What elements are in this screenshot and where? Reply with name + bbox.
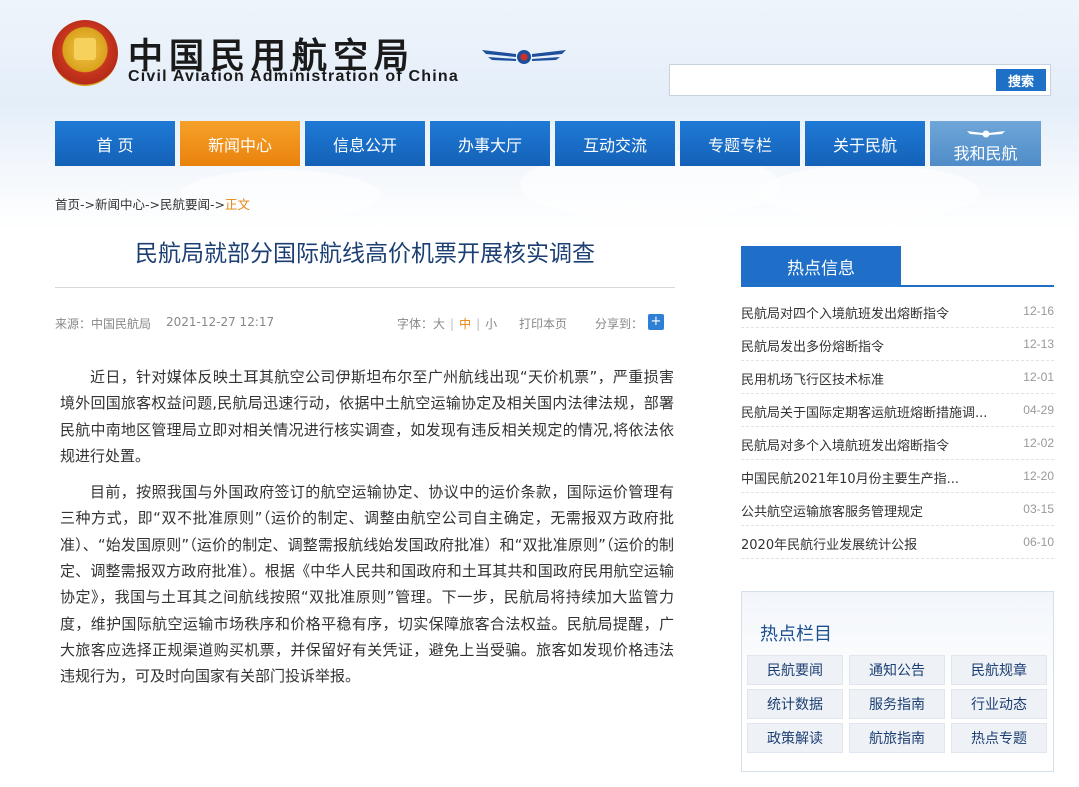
column-button-notices[interactable]: 通知公告 [849,655,945,685]
nav-item-home[interactable]: 首 页 [55,121,175,166]
article-paragraph: 目前，按照我国与外国政府签订的航空运输协定、协议中的运价条款，国际运价管理有三种… [60,483,674,686]
breadcrumb: 首页->新闻中心->民航要闻->正文 [55,194,250,213]
nav-item-service-hall[interactable]: 办事大厅 [430,121,550,166]
share-plus-icon[interactable]: + [648,314,664,330]
hot-info-item[interactable]: 民航局发出多份熔断指令 12-13 [741,328,1054,361]
column-button-caac-news[interactable]: 民航要闻 [747,655,843,685]
hot-columns-title: 热点栏目 [760,624,832,645]
column-button-service-guide[interactable]: 服务指南 [849,689,945,719]
hot-info-date: 12-16 [1023,304,1054,318]
national-emblem-icon [52,20,118,86]
hot-info-title: 民航局对四个入境航班发出熔断指令 [741,307,950,322]
article-date: 2021-12-27 12:17 [166,315,275,329]
hot-info-title: 公共航空运输旅客服务管理规定 [741,505,924,520]
column-button-hot-topics[interactable]: 热点专题 [951,723,1047,753]
font-size-medium[interactable]: 中 [459,317,471,331]
nav-item-about[interactable]: 关于民航 [805,121,925,166]
font-size-small[interactable]: 小 [485,317,497,331]
article-source: 来源：中国民航局 [55,317,152,331]
cloud-decoration [760,165,980,220]
hot-info-date: 12-02 [1023,436,1054,450]
search-input[interactable] [670,65,990,95]
nav-item-me-and-caac-label: 我和民航 [953,143,1018,163]
site-title-en: Civil Aviation Administration of China [128,68,459,85]
hot-info-title: 2020年民航行业发展统计公报 [741,538,918,553]
hot-info-date: 03-15 [1023,502,1054,516]
print-page-link[interactable]: 打印本页 [519,315,567,332]
article-title: 民航局就部分国际航线高价机票开展核实调查 [135,241,595,267]
hot-info-list: 民航局对四个入境航班发出熔断指令 12-16 民航局发出多份熔断指令 12-13 民… [741,295,1054,559]
font-size-label: 字体： [397,317,434,331]
breadcrumb-separator: -> [210,197,225,212]
article-paragraph: 近日，针对媒体反映土耳其航空公司伊斯坦布尔至广州航线出现“天价机票”，严重损害境… [60,368,674,465]
hot-info-item[interactable]: 民航局对四个入境航班发出熔断指令 12-16 [741,295,1054,328]
font-size-large[interactable]: 大 [433,317,445,331]
column-button-statistics[interactable]: 统计数据 [747,689,843,719]
breadcrumb-separator: -> [145,197,160,212]
hot-info-item[interactable]: 公共航空运输旅客服务管理规定 03-15 [741,493,1054,526]
search-box: 搜索 [669,64,1051,96]
font-size-control: 字体：大 | 中 | 小 [397,315,497,332]
nav-item-interaction[interactable]: 互动交流 [555,121,675,166]
font-size-separator: | [450,317,455,331]
hot-info-title: 民航局关于国际定期客运航班熔断措施调... [741,406,988,421]
column-button-policy-interpretation[interactable]: 政策解读 [747,723,843,753]
hot-columns-box: 热点栏目 民航要闻 通知公告 民航规章 统计数据 服务指南 行业动态 政策解读 … [741,591,1054,772]
breadcrumb-current: 正文 [225,197,251,212]
breadcrumb-home[interactable]: 首页 [55,197,80,212]
hot-info-title: 民航局发出多份熔断指令 [741,340,885,355]
search-button[interactable]: 搜索 [996,69,1046,91]
main-nav: 首 页 新闻中心 信息公开 办事大厅 互动交流 专题专栏 关于民航 我和民航 [55,121,1041,166]
share-label: 分享到： [595,317,644,331]
nav-item-me-and-caac[interactable]: 我和民航 [930,121,1041,166]
hot-info-divider [741,285,1054,287]
breadcrumb-caac-news[interactable]: 民航要闻 [160,197,210,212]
hot-info-item[interactable]: 民航局对多个入境航班发出熔断指令 12-02 [741,427,1054,460]
hot-info-title: 中国民航2021年10月份主要生产指... [741,472,960,487]
nav-item-special-topics[interactable]: 专题专栏 [680,121,800,166]
hot-info-item[interactable]: 中国民航2021年10月份主要生产指... 12-20 [741,460,1054,493]
column-button-industry-news[interactable]: 行业动态 [951,689,1047,719]
hot-info-title: 民航局对多个入境航班发出熔断指令 [741,439,950,454]
hot-info-item[interactable]: 民航局关于国际定期客运航班熔断措施调... 04-29 [741,394,1054,427]
column-button-travel-guide[interactable]: 航旅指南 [849,723,945,753]
hot-info-item[interactable]: 2020年民航行业发展统计公报 06-10 [741,526,1054,559]
wings-icon [966,130,1005,137]
caac-wings-logo-icon [482,50,566,64]
title-divider [55,287,675,288]
hot-info-date: 12-20 [1023,469,1054,483]
hot-info-date: 06-10 [1023,535,1054,549]
nav-item-news-center[interactable]: 新闻中心 [180,121,300,166]
nav-item-info-disclosure[interactable]: 信息公开 [305,121,425,166]
article-body: 近日，针对媒体反映土耳其航空公司伊斯坦布尔至广州航线出现“天价机票”，严重损害境… [60,364,674,700]
font-size-separator: | [476,317,481,331]
breadcrumb-news-center[interactable]: 新闻中心 [95,197,145,212]
hot-info-date: 12-13 [1023,337,1054,351]
breadcrumb-separator: -> [80,197,95,212]
hot-info-item[interactable]: 民用机场飞行区技术标准 12-01 [741,361,1054,394]
hot-info-date: 12-01 [1023,370,1054,384]
hot-info-date: 04-29 [1023,403,1054,417]
hot-info-title: 民用机场飞行区技术标准 [741,373,885,388]
article-meta: 来源：中国民航局 2021-12-27 12:17 字体：大 | 中 | 小 打印本页 … [55,314,675,332]
hot-info-tab[interactable]: 热点信息 [741,246,901,286]
column-button-regulations[interactable]: 民航规章 [951,655,1047,685]
